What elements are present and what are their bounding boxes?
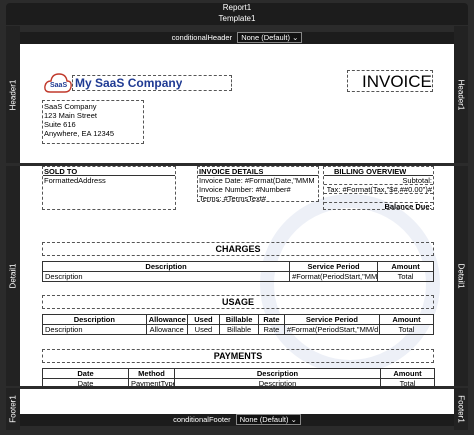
detail-side-text: Detail1 <box>8 263 18 289</box>
charges-header-amount: Amount <box>377 261 434 272</box>
invoice-title: INVOICE <box>362 72 432 91</box>
detail-side-label[interactable]: Detail1 <box>6 166 20 386</box>
usage-title-box[interactable]: USAGE <box>42 295 434 309</box>
usage-table: Description Allowance Used Billable Rate… <box>42 314 435 335</box>
invoice-title-box[interactable]: INVOICE <box>347 70 433 92</box>
payments-header-amount: Amount <box>380 368 435 379</box>
usage-header-description: Description <box>42 314 147 325</box>
invoice-details-box[interactable]: INVOICE DETAILS Invoice Date: #Format(Da… <box>197 166 319 203</box>
charges-cell-description: Description <box>41 271 291 282</box>
conditional-footer-bar: conditionalFooter None (Default) ⌄ <box>20 414 454 426</box>
charges-title: CHARGES <box>215 244 261 254</box>
charges-cell-service-period: #Format(PeriodStart,"MM/d <box>289 271 379 282</box>
conditional-footer-label: conditionalFooter <box>173 415 231 424</box>
terms-field: Terms: #TermsText# <box>199 194 267 203</box>
usage-cell-billable: Billable <box>219 324 259 335</box>
company-logo-icon[interactable]: SaaS <box>44 72 72 94</box>
conditional-header-bar: conditionalHeader None (Default) ⌄ <box>20 32 454 44</box>
usage-header-rate: Rate <box>257 314 285 325</box>
detail-footer-separator <box>20 386 454 389</box>
watermark-logo-icon <box>260 194 440 374</box>
usage-header-service-period: Service Period <box>283 314 380 325</box>
invoice-number-field: Invoice Number: #Number# <box>199 185 291 194</box>
chevron-down-icon: ⌄ <box>292 33 299 42</box>
footer-side-text-right: Footer1 <box>456 395 466 423</box>
usage-cell-rate: Rate <box>257 324 285 335</box>
billing-overview-box[interactable]: BILLING OVERVIEW Subtotal: Tax: #Format(… <box>323 166 434 211</box>
usage-cell-allowance: Allowance <box>145 324 188 335</box>
charges-table: Description Service Period Amount Descri… <box>41 261 434 282</box>
usage-header-allowance: Allowance <box>145 314 188 325</box>
address-line-3: Suite 616 <box>44 120 76 129</box>
usage-header-amount: Amount <box>378 314 435 325</box>
chevron-down-icon: ⌄ <box>290 415 297 424</box>
company-title: My SaaS Company <box>75 77 183 90</box>
payments-header-description: Description <box>174 368 381 379</box>
invoice-date-field: Invoice Date: #Format(Date,"MMM d, <box>199 176 317 185</box>
usage-header-billable: Billable <box>219 314 259 325</box>
address-line-4: Anywhere, EA 12345 <box>44 129 115 138</box>
balance-due-label: Balance Due: <box>384 202 432 211</box>
header-side-text-right: Header1 <box>456 79 466 110</box>
address-line-1: SaaS Company <box>44 102 97 111</box>
address-line-2: 123 Main Street <box>44 111 97 120</box>
usage-cell-used: Used <box>186 324 221 335</box>
logo-text: SaaS <box>50 82 68 89</box>
header-side-label[interactable]: Header1 <box>6 26 20 163</box>
usage-cell-description: Description <box>42 324 147 335</box>
footer-side-text: Footer1 <box>8 395 18 423</box>
charges-cell-amount: Total <box>377 271 434 282</box>
usage-header-used: Used <box>186 314 221 325</box>
payments-title-box[interactable]: PAYMENTS <box>42 349 434 363</box>
conditional-header-label: conditionalHeader <box>171 33 233 42</box>
header-side-text: Header1 <box>8 79 18 110</box>
usage-cell-amount: Total <box>378 324 435 335</box>
footer-side-label[interactable]: Footer1 <box>6 388 20 430</box>
payments-header-date: Date <box>42 368 129 379</box>
conditional-footer-select[interactable]: None (Default) ⌄ <box>235 414 301 425</box>
template-bar: Template1 <box>6 14 468 25</box>
header-side-label-right[interactable]: Header1 <box>454 26 468 163</box>
report-page: SaaS My SaaS Company INVOICE SaaS Compan… <box>20 44 454 414</box>
charges-header-description: Description <box>41 261 291 272</box>
company-title-box[interactable]: My SaaS Company <box>72 75 232 91</box>
detail-side-label-right[interactable]: Detail1 <box>454 166 468 386</box>
charges-header-service-period: Service Period <box>289 261 379 272</box>
sold-to-value: FormattedAddress <box>44 176 106 185</box>
usage-row[interactable]: Description Allowance Used Billable Rate… <box>42 324 435 335</box>
usage-title: USAGE <box>221 297 254 307</box>
payments-header-method: Method <box>128 368 175 379</box>
charges-row[interactable]: Description #Format(PeriodStart,"MM/d To… <box>41 271 434 282</box>
conditional-header-select[interactable]: None (Default) ⌄ <box>237 32 303 43</box>
payments-title: PAYMENTS <box>213 351 263 361</box>
sold-to-box[interactable]: SOLD TO FormattedAddress <box>42 166 176 210</box>
usage-cell-service-period: #Format(PeriodStart,"MM/d <box>283 324 380 335</box>
footer-side-label-right[interactable]: Footer1 <box>454 388 468 430</box>
report-bar: Report1 <box>6 3 468 14</box>
charges-title-box[interactable]: CHARGES <box>42 242 434 256</box>
detail-side-text-right: Detail1 <box>456 263 466 289</box>
company-address-box[interactable]: SaaS Company 123 Main Street Suite 616 A… <box>42 100 144 144</box>
